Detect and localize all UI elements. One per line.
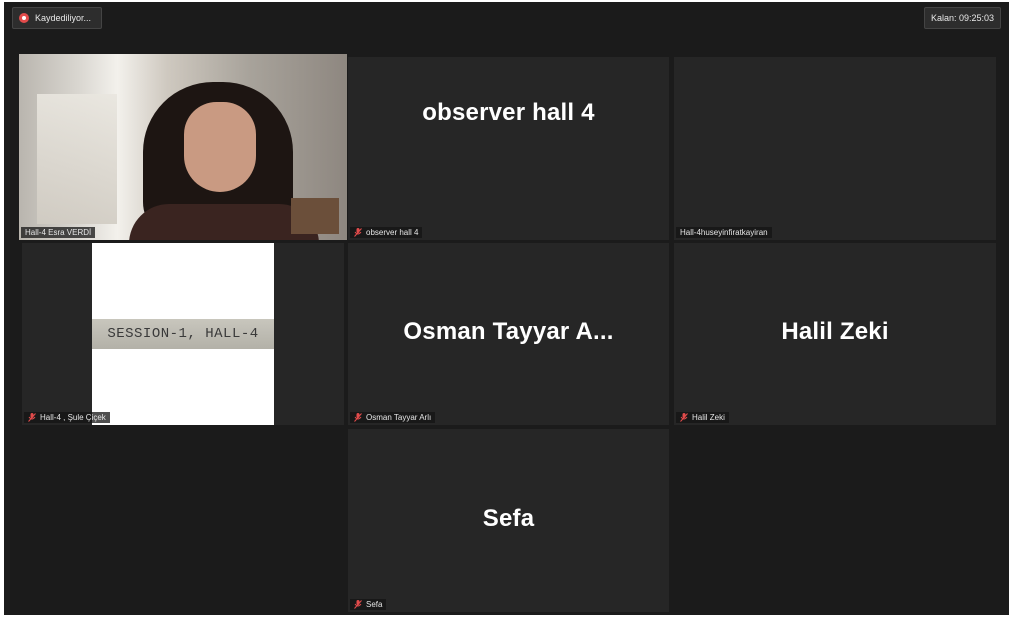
mic-muted-icon xyxy=(354,600,362,609)
video-tile-sule[interactable]: SESSION-1, HALL-4 Hall-4 , Şule Çiçek xyxy=(22,243,344,425)
participant-name-label: Osman Tayyar Arlı xyxy=(350,412,436,423)
slide-banner: SESSION-1, HALL-4 xyxy=(92,319,274,349)
participant-display-name: observer hall 4 xyxy=(422,98,595,126)
recording-indicator[interactable]: Kaydediliyor... xyxy=(12,7,103,29)
participant-name: Hall-4 Esra VERDİ xyxy=(25,228,92,237)
participant-name: Osman Tayyar Arlı xyxy=(366,413,432,422)
participant-video-shelf xyxy=(291,198,339,234)
video-tile-osman[interactable]: Osman Tayyar A... Osman Tayyar Arlı xyxy=(348,243,669,425)
video-tile-halil[interactable]: Halil Zeki Halil Zeki xyxy=(674,243,996,425)
participant-name-label: Hall-4 , Şule Çiçek xyxy=(24,412,110,423)
slide-text: SESSION-1, HALL-4 xyxy=(107,326,259,342)
video-tile-observer[interactable]: observer hall 4 observer hall 4 xyxy=(348,57,669,240)
meeting-window: Kaydediliyor... Kalan: 09:25:03 Hall-4 E… xyxy=(4,2,1009,615)
participant-name: Halil Zeki xyxy=(692,413,725,422)
video-tile-huseyin[interactable]: Hall-4huseyinfiratkayiran xyxy=(674,57,996,240)
mic-muted-icon xyxy=(354,228,362,237)
participant-name-label: Hall-4huseyinfiratkayiran xyxy=(676,227,772,238)
video-tile-sefa[interactable]: Sefa Sefa xyxy=(348,429,669,612)
participant-name: Hall-4 , Şule Çiçek xyxy=(40,413,106,422)
participant-name-label: observer hall 4 xyxy=(350,227,423,238)
recording-label: Kaydediliyor... xyxy=(35,13,92,23)
participant-name-label: Sefa xyxy=(350,599,387,610)
video-tile-esra[interactable]: Hall-4 Esra VERDİ xyxy=(19,54,347,240)
remaining-time-badge: Kalan: 09:25:03 xyxy=(923,7,1001,29)
participant-name: observer hall 4 xyxy=(366,228,419,237)
participant-display-name: Sefa xyxy=(482,504,535,532)
participant-video-face xyxy=(184,102,256,192)
participant-video-curtain xyxy=(37,94,117,224)
participant-name-label: Halil Zeki xyxy=(676,412,729,423)
participant-name: Sefa xyxy=(366,600,383,609)
remaining-time-label: Kalan: 09:25:03 xyxy=(930,13,994,23)
record-icon xyxy=(19,13,29,23)
mic-muted-icon xyxy=(28,413,36,422)
participant-display-name: Halil Zeki xyxy=(781,318,889,345)
mic-muted-icon xyxy=(354,413,362,422)
participant-name: Hall-4huseyinfiratkayiran xyxy=(680,228,768,237)
mic-muted-icon xyxy=(680,413,688,422)
participant-name-label: Hall-4 Esra VERDİ xyxy=(21,227,96,238)
participant-display-name: Osman Tayyar A... xyxy=(403,318,614,345)
shared-slide: SESSION-1, HALL-4 xyxy=(92,243,274,425)
